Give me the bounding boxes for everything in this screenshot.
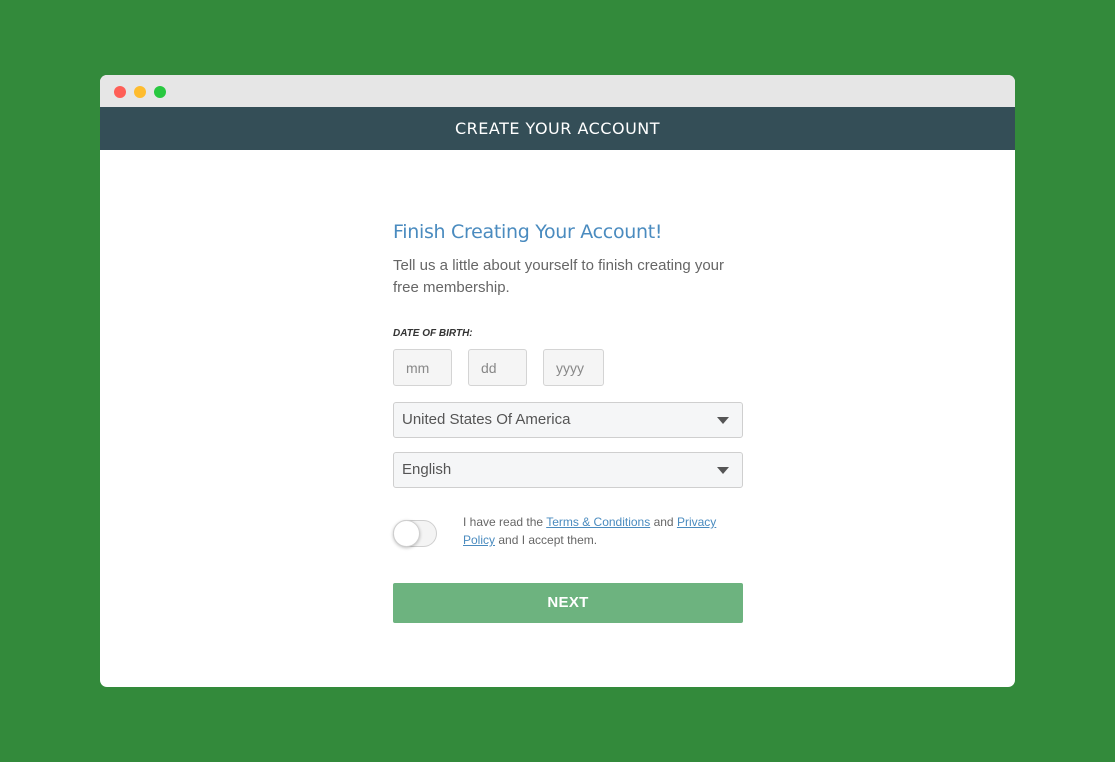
dob-year-input[interactable]: yyyy xyxy=(543,349,604,386)
terms-text: I have read the Terms & Conditions and P… xyxy=(463,513,743,549)
close-window-button[interactable] xyxy=(114,86,126,98)
chevron-down-icon xyxy=(717,417,729,424)
accept-terms-toggle[interactable] xyxy=(393,520,437,547)
language-select-value: English xyxy=(402,461,452,478)
terms-conditions-link[interactable]: Terms & Conditions xyxy=(546,515,650,529)
language-select[interactable]: English xyxy=(393,452,743,488)
dob-month-input[interactable]: mm xyxy=(393,349,452,386)
dob-label: DATE OF BIRTH: xyxy=(393,328,473,339)
country-select-value: United States Of America xyxy=(402,411,571,428)
next-button[interactable]: NEXT xyxy=(393,583,743,623)
dob-day-input[interactable]: dd xyxy=(468,349,527,386)
toggle-knob xyxy=(393,520,420,547)
maximize-window-button[interactable] xyxy=(154,86,166,98)
page-header: CREATE YOUR ACCOUNT xyxy=(100,107,1015,150)
window-titlebar xyxy=(100,75,1015,107)
chevron-down-icon xyxy=(717,467,729,474)
browser-window: CREATE YOUR ACCOUNT Finish Creating Your… xyxy=(100,75,1015,687)
form-headline: Finish Creating Your Account! xyxy=(393,221,663,243)
country-select[interactable]: United States Of America xyxy=(393,402,743,438)
minimize-window-button[interactable] xyxy=(134,86,146,98)
terms-prefix: I have read the xyxy=(463,515,547,529)
terms-suffix: and I accept them. xyxy=(495,533,598,547)
terms-middle: and xyxy=(650,515,677,529)
form-subtitle: Tell us a little about yourself to finis… xyxy=(393,257,725,296)
